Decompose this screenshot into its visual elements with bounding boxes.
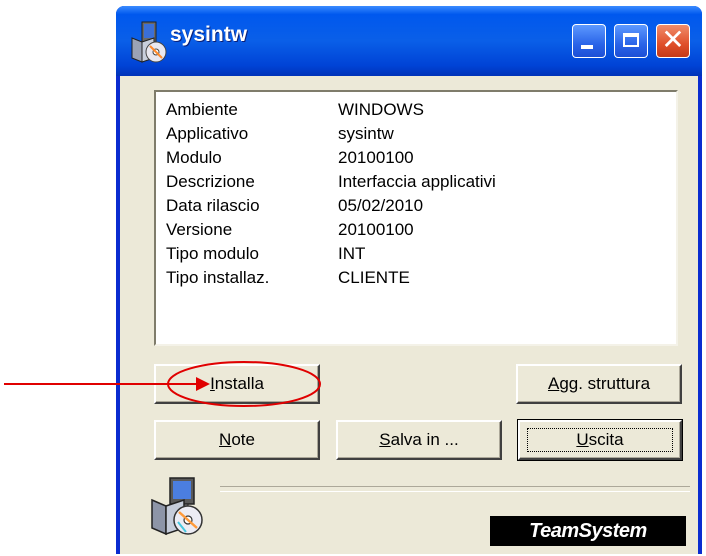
annotation-overlay (4, 361, 321, 407)
annotation-arrowhead (196, 377, 210, 391)
